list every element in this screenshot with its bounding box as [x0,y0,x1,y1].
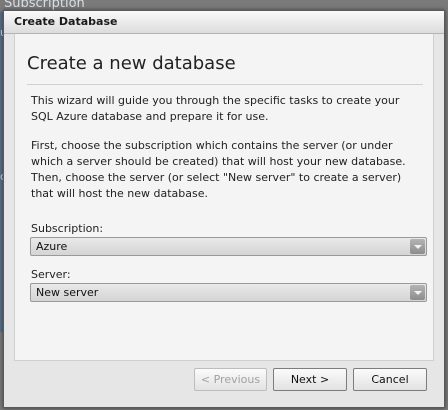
subscription-label: Subscription: [31,222,104,235]
previous-button[interactable]: < Previous [194,368,267,391]
server-selected-value: New server [36,286,99,299]
chevron-down-icon[interactable] [410,239,425,254]
wizard-content-panel: Create a new database This wizard will g… [14,34,434,361]
page-title: Create a new database [27,53,236,74]
divider [27,84,423,85]
next-button[interactable]: Next > [273,368,347,391]
cancel-button[interactable]: Cancel [353,368,427,391]
dialog-title: Create Database [4,11,444,34]
create-database-dialog: Create Database Create a new database Th… [3,10,445,408]
subscription-selected-value: Azure [36,240,68,253]
server-dropdown[interactable]: New server [30,283,427,302]
server-label: Server: [31,268,71,281]
instructions-text: First, choose the subscription which con… [31,139,406,200]
chevron-down-icon[interactable] [410,285,425,300]
subscription-dropdown[interactable]: Azure [30,237,427,256]
intro-text: This wizard will guide you through the s… [31,94,400,123]
